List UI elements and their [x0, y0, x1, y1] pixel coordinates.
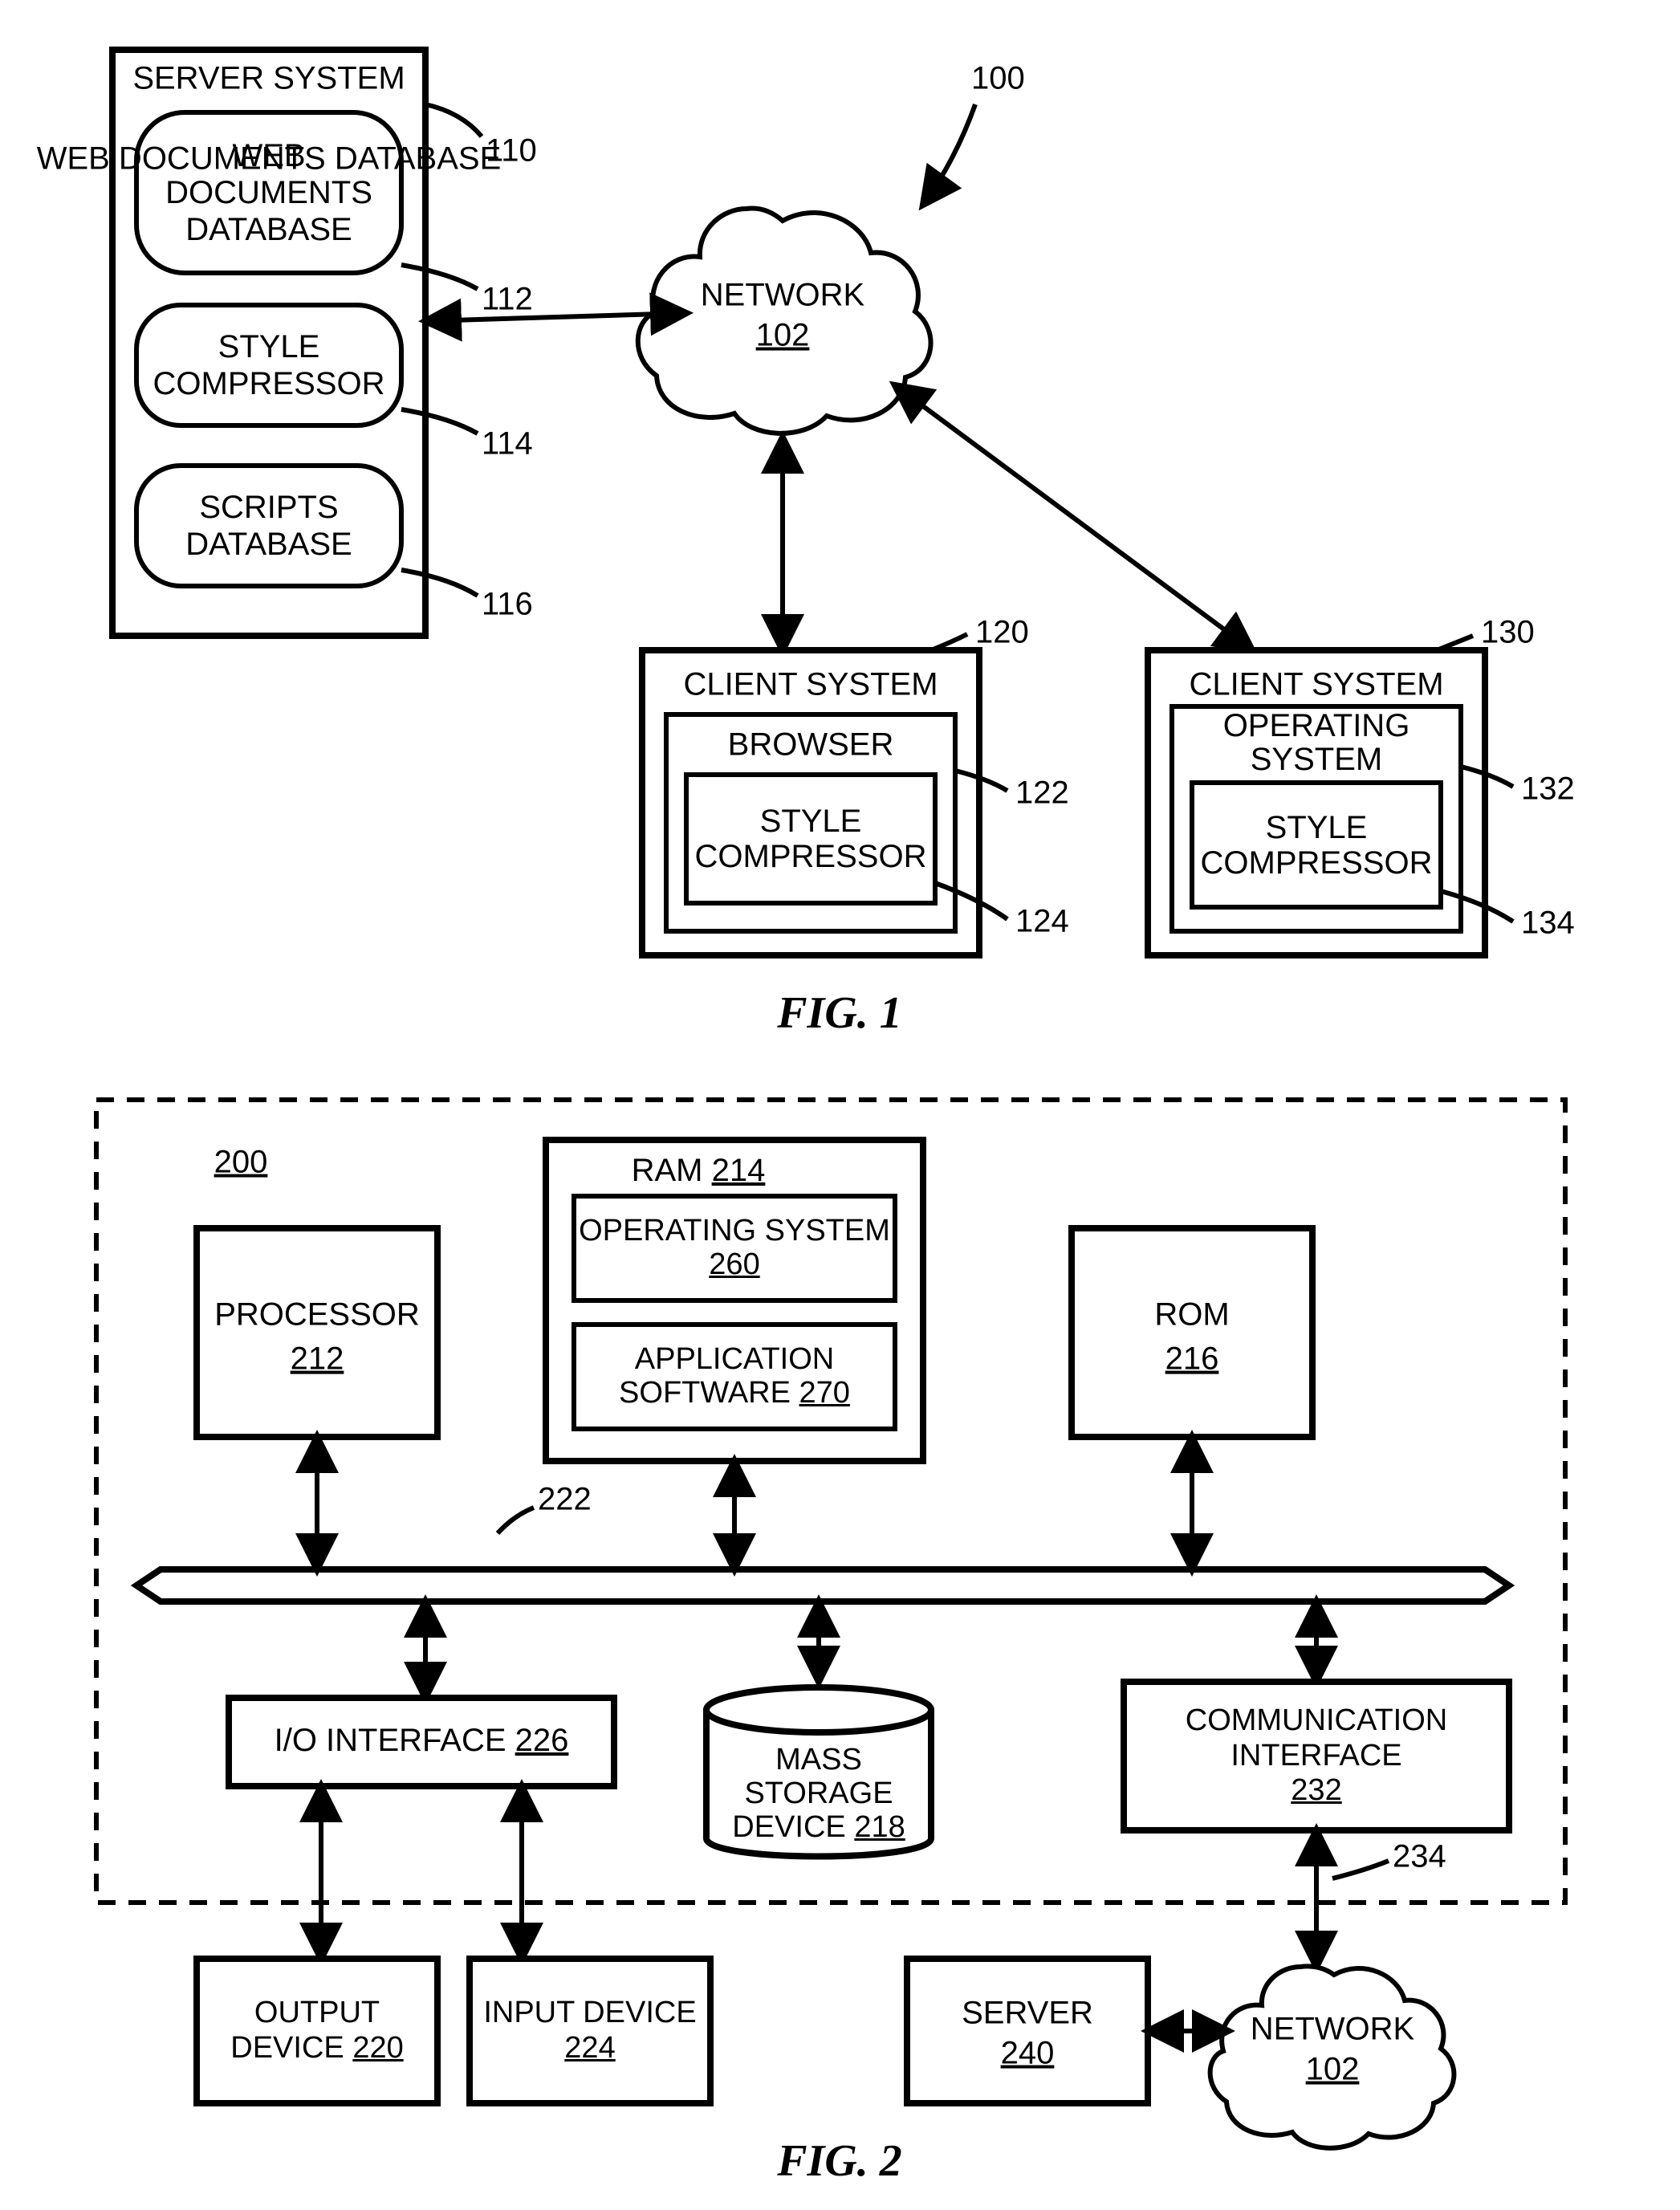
web-docs-db-ref: 112: [482, 282, 533, 317]
input-device-label: INPUT DEVICE: [483, 1996, 696, 2029]
comm-interface-ref: 232: [1291, 1773, 1341, 1807]
server-ref: 240: [1001, 2036, 1055, 2071]
web-docs-db-label: WEB DOCUMENTS DATABASE: [136, 112, 401, 273]
fig2-network-cloud: NETWORK 102: [1210, 1966, 1454, 2148]
fig2-caption: FIG. 2: [776, 2136, 902, 2186]
io-interface-ref: 226: [515, 1723, 569, 1758]
ram-os-ref: 260: [709, 1247, 759, 1281]
client-system-b: CLIENT SYSTEM OPERATING SYSTEM STYLE COM…: [1148, 650, 1485, 955]
browser-label: BROWSER: [728, 727, 894, 763]
client-a-title: CLIENT SYSTEM: [683, 667, 938, 702]
client-b-ref: 130: [1481, 615, 1535, 650]
client-b-title: CLIENT SYSTEM: [1189, 667, 1443, 702]
client-b-sc-label: STYLE COMPRESSOR: [1192, 783, 1441, 907]
network-ref: 102: [756, 318, 810, 353]
server: [907, 1959, 1148, 2103]
fig2-network-ref: 102: [1306, 2052, 1360, 2087]
io-interface-label: I/O INTERFACE: [275, 1723, 506, 1758]
browser-ref: 122: [1015, 775, 1069, 811]
client-b-sc-ref: 134: [1521, 906, 1575, 941]
svg-text:I/O INTERFACE 226: I/O INTERFACE 226: [275, 1723, 569, 1758]
fig1-caption: FIG. 1: [776, 988, 902, 1038]
mass-storage-ref: 218: [854, 1810, 905, 1844]
fig2-network-label: NETWORK: [1251, 2012, 1415, 2047]
client-b-os-ref: 132: [1521, 771, 1575, 807]
processor-ref: 212: [291, 1341, 344, 1377]
network-cloud: NETWORK 102: [638, 209, 931, 433]
server-style-compressor-label: STYLE COMPRESSOR: [136, 305, 401, 425]
bus: [136, 1569, 1509, 1602]
system-ref: 200: [214, 1145, 268, 1180]
client-a-style-compressor-label: STYLE COMPRESSOR: [686, 775, 935, 903]
processor-label: PROCESSOR: [214, 1297, 420, 1333]
bus-ref: 222: [538, 1482, 592, 1517]
scripts-db-ref: 116: [482, 587, 533, 622]
rom-ref: 216: [1165, 1341, 1219, 1377]
client-system-a: CLIENT SYSTEM BROWSER STYLE COMPRESSOR: [642, 650, 979, 955]
server-label: SERVER: [962, 1996, 1093, 2031]
fig1-ref: 100: [971, 61, 1025, 96]
fig1: 100 SERVER SYSTEM 110 WEB DOCUMENTS DATA…: [37, 50, 1575, 1038]
diagram-canvas: .bx{fill:#fff;stroke:#000;stroke-width:6…: [0, 0, 1680, 2210]
rom: [1072, 1228, 1312, 1437]
client-a-sc-ref: 124: [1015, 904, 1069, 939]
comm-link-ref: 234: [1393, 1839, 1446, 1874]
ram-app-ref: 270: [799, 1376, 850, 1410]
input-device-ref: 224: [564, 2031, 615, 2065]
comm-interface-label: COMMUNICATION INTERFACE: [1186, 1703, 1448, 1772]
client-b-os-label: OPERATING SYSTEM: [1172, 706, 1461, 779]
processor: [197, 1228, 437, 1437]
ram-os-label: OPERATING SYSTEM: [579, 1214, 890, 1247]
server-system-title: SERVER SYSTEM: [132, 61, 405, 96]
output-device-ref: 220: [352, 2031, 403, 2065]
client-a-ref: 120: [975, 615, 1029, 650]
scripts-db-label: SCRIPTS DATABASE: [136, 466, 401, 586]
server-style-compressor-ref: 114: [482, 426, 533, 462]
network-label: NETWORK: [701, 278, 865, 313]
fig2: 200 PROCESSOR 212 RAM 214 OPERATING SYST…: [96, 1100, 1565, 2186]
rom-label: ROM: [1154, 1297, 1229, 1333]
ram-label: RAM 214: [632, 1153, 766, 1188]
